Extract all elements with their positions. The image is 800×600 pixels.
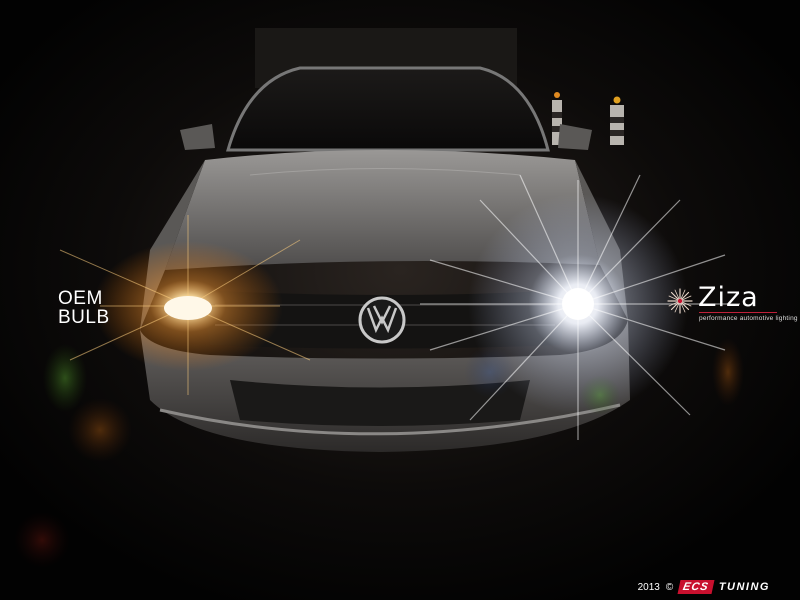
oem-bulb-label: OEM BULB [58, 289, 110, 327]
oem-label-line1: OEM [58, 288, 103, 309]
company-logo-box: ECS [677, 580, 715, 594]
oem-label-line2: BULB [58, 307, 110, 328]
company-logo-suffix: TUNING [718, 581, 770, 593]
brand-tagline: performance automotive lighting [699, 315, 798, 322]
brand-rule [699, 312, 777, 313]
vw-emblem [358, 296, 406, 344]
copyright-year: 2013 [637, 581, 660, 593]
brand-name: Ziza [698, 282, 759, 313]
copyright-symbol: © [665, 581, 674, 593]
ziza-logo: Ziza performance automotive lighting [666, 282, 798, 327]
footer-watermark: 2013 © ECS TUNING [638, 579, 770, 595]
starburst-icon [667, 288, 693, 314]
